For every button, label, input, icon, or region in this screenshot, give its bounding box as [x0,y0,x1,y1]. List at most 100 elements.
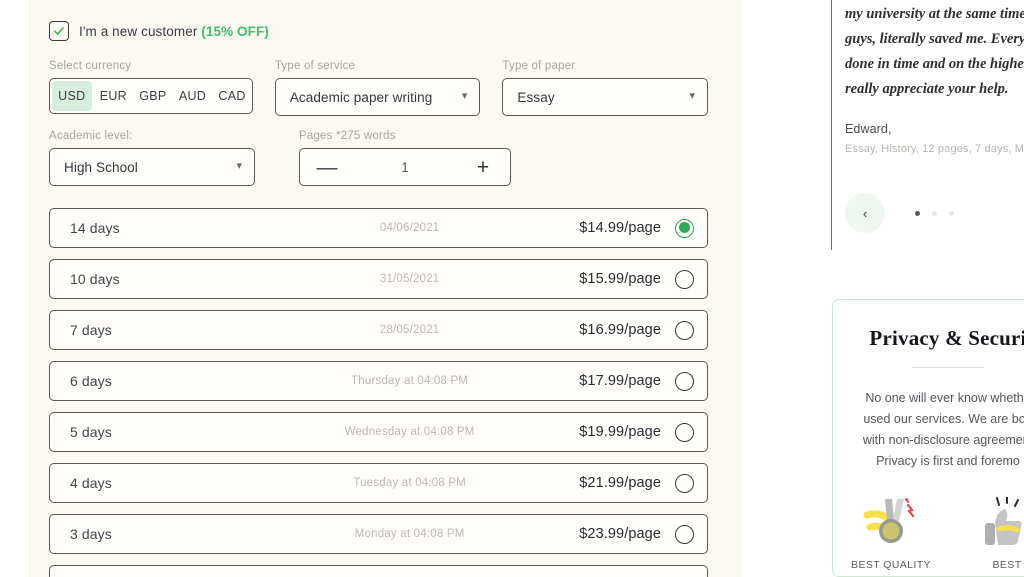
academic-level-select[interactable]: High School ▾ [49,148,255,186]
deadline-row[interactable]: 4 days Tuesday at 04:08 PM $21.99/page [49,463,708,503]
service-field: Type of service Academic paper writing ▾ [274,60,481,116]
deadline-days: 5 days [70,424,112,440]
carousel-dot-2[interactable] [932,210,937,216]
service-select[interactable]: Academic paper writing ▾ [274,78,481,116]
carousel-dot-1[interactable] [915,210,920,216]
panel-divider [831,0,832,250]
currency-option-eur[interactable]: EUR [94,79,134,113]
new-customer-text: I'm a new customer [79,23,198,39]
deadline-radio[interactable] [675,269,694,289]
deadline-days: 6 days [70,373,112,389]
deadline-row[interactable]: 14 days 04/06/2021 $14.99/page [49,208,708,248]
currency-option-gbp[interactable]: GBP [133,79,173,113]
testimonial-line: guys, literally saved me. Everythi [845,31,1024,47]
privacy-card-body: No one will ever know whethe used our se… [833,388,1024,472]
currency-label: Select currency [49,60,132,72]
paper-value: Essay [517,89,555,105]
carousel-prev-button[interactable]: ‹ [845,193,885,233]
deadline-price: $15.99/page [579,271,661,287]
deadline-days: 14 days [70,220,120,236]
chevron-down-icon: ▾ [689,89,695,102]
currency-option-cad[interactable]: CAD [212,79,252,113]
service-value: Academic paper writing [289,89,433,105]
paper-field: Type of paper Essay ▾ [502,60,708,116]
testimonial-line: really appreciate your help. [845,81,1009,97]
deadline-row[interactable]: 7 days 28/05/2021 $16.99/page [49,310,708,350]
deadline-row[interactable]: 3 days Monday at 04:08 PM $23.99/page [49,514,708,554]
currency-option-usd[interactable]: USD [52,81,92,111]
form-row-1: Select currency USD EUR GBP AUD CAD Type… [49,60,708,116]
right-sidebar: my university at the same time an guys, … [832,0,1024,577]
deadline-row[interactable]: 10 days 31/05/2021 $15.99/page [49,259,708,299]
deadline-date: 04/06/2021 [379,222,440,234]
academic-level-field: Academic level: High School ▾ [49,130,255,186]
carousel-dots [915,210,954,216]
testimonial-order-meta: Essay, History, 12 pages, 7 days, Master [845,143,1024,155]
privacy-card-title: Privacy & Securi [869,326,1024,350]
testimonial-line: done in time and on the highest l [845,56,1024,72]
currency-field: Select currency USD EUR GBP AUD CAD [49,60,253,116]
deadline-price: $21.99/page [579,475,661,491]
pages-field: Pages *275 words — 1 + [299,130,511,186]
deadline-days: 4 days [70,475,112,491]
deadline-options-list: 14 days 04/06/2021 $14.99/page 10 days 3… [49,208,708,577]
badge-label: BEST [992,559,1022,571]
paper-select[interactable]: Essay ▾ [502,78,708,116]
testimonial-author: Edward, [845,122,892,136]
deadline-price: $14.99/page [579,220,661,236]
deadline-radio[interactable] [675,320,694,340]
pages-decrement-button[interactable]: — [316,157,338,178]
new-customer-label: I'm a new customer (15% OFF) [79,24,269,39]
thumbs-up-icon [949,495,1024,551]
chevron-left-icon: ‹ [862,205,868,221]
pages-stepper[interactable]: — 1 + [299,148,511,186]
pages-increment-button[interactable]: + [472,157,494,178]
checkmark-icon [54,27,64,35]
deadline-radio[interactable] [675,524,694,544]
pages-label: Pages *275 words [299,130,396,142]
chevron-down-icon: ▾ [236,159,242,172]
carousel-dot-3[interactable] [949,210,954,216]
badge-label: BEST QUALITY [851,559,931,571]
academic-level-value: High School [64,159,138,175]
testimonial-quote: my university at the same time an guys, … [845,2,1024,102]
deadline-date: Monday at 04:08 PM [354,528,465,540]
deadline-radio[interactable] [675,473,694,493]
deadline-row-partial[interactable] [49,565,708,577]
testimonial-carousel-controls: ‹ [845,193,1024,233]
deadline-date: Tuesday at 04:08 PM [353,477,466,489]
currency-selector[interactable]: USD EUR GBP AUD CAD [49,78,253,114]
deadline-date: 28/05/2021 [379,324,440,336]
deadline-days: 3 days [70,526,112,542]
order-configurator-panel: I'm a new customer (15% OFF) Select curr… [28,0,742,577]
deadline-row[interactable]: 6 days Thursday at 04:08 PM $17.99/page [49,361,708,401]
chevron-down-icon: ▾ [461,89,468,102]
new-customer-checkbox[interactable] [49,21,69,41]
privacy-line: No one will ever know whethe [865,391,1024,405]
deadline-date: Wednesday at 04:08 PM [344,426,475,438]
privacy-security-card: Privacy & Securi No one will ever know w… [832,299,1024,577]
badge-best-other: BEST [949,495,1024,571]
form-row-2: Academic level: High School ▾ Pages *275… [49,130,708,186]
deadline-radio[interactable] [675,422,694,442]
deadline-days: 7 days [70,322,112,338]
service-label: Type of service [274,60,356,72]
badge-best-quality: BEST QUALITY [833,495,949,571]
privacy-line: Privacy is first and foremo [876,454,1020,468]
deadline-price: $17.99/page [579,373,661,389]
new-customer-row[interactable]: I'm a new customer (15% OFF) [49,16,708,46]
order-form-screen: I'm a new customer (15% OFF) Select curr… [0,0,1024,577]
deadline-date: Thursday at 04:08 PM [351,375,469,387]
currency-option-aud[interactable]: AUD [173,79,213,113]
deadline-price: $23.99/page [579,526,661,542]
deadline-row[interactable]: 5 days Wednesday at 04:08 PM $19.99/page [49,412,708,452]
deadline-radio[interactable] [675,371,694,391]
pages-value[interactable]: 1 [338,160,472,175]
privacy-line: used our services. We are bou [863,412,1024,426]
medal-icon [833,495,949,551]
testimonial-line: my university at the same time an [845,6,1024,22]
academic-level-label: Academic level: [49,130,133,142]
deadline-radio-selected[interactable] [675,218,694,238]
title-divider [912,367,984,368]
paper-label: Type of paper [502,60,576,72]
